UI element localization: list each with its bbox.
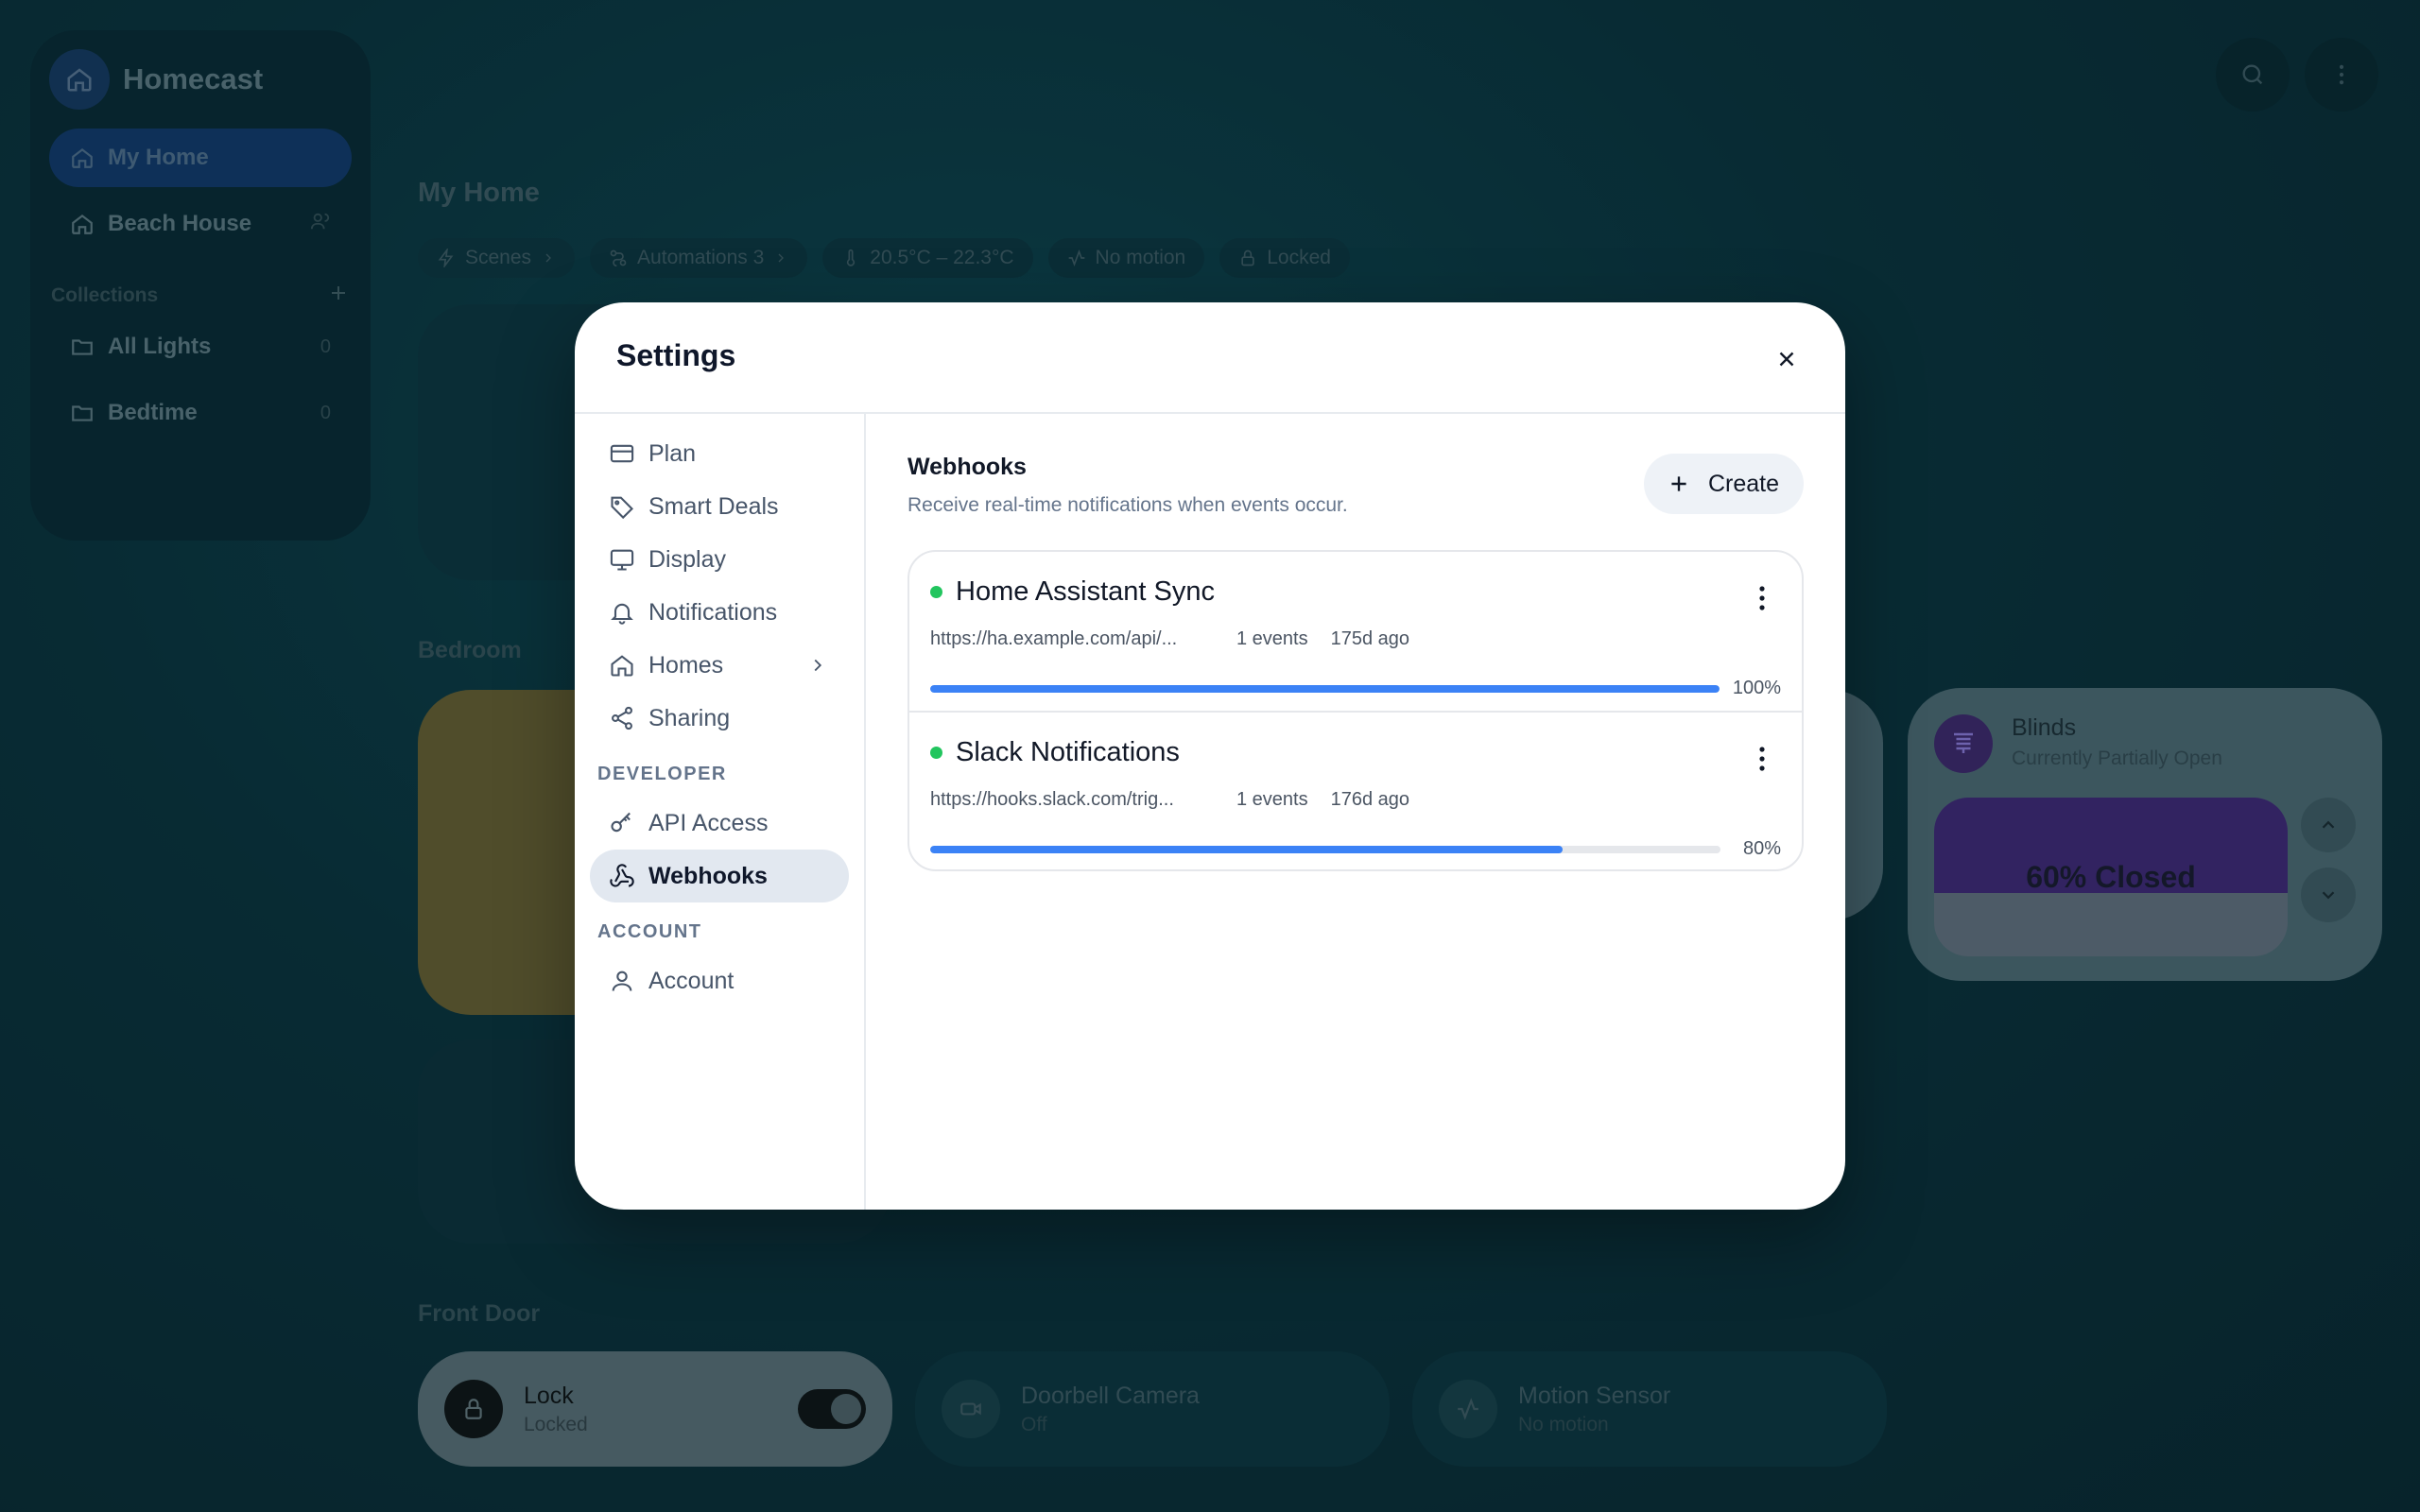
settings-nav-label: Webhooks: [648, 862, 768, 889]
progress-track: [930, 684, 1720, 693]
webhook-url: https://hooks.slack.com/trig...: [930, 789, 1174, 810]
tag-icon: [611, 496, 633, 520]
chevron-right-icon: [814, 659, 822, 672]
home-icon: [611, 655, 633, 677]
status-dot: [930, 747, 942, 759]
settings-nav-account[interactable]: Account: [590, 954, 849, 1007]
webhook-meta: https://ha.example.com/api/... 1 events …: [930, 628, 1781, 650]
settings-nav-label: Display: [648, 545, 726, 573]
webhook-menu-button[interactable]: [1756, 584, 1768, 612]
webhook-icon: [610, 864, 634, 887]
user-icon: [612, 971, 632, 991]
settings-modal: Settings Plan Smart Deals Display Notifi…: [575, 302, 1845, 1210]
settings-nav-display[interactable]: Display: [590, 533, 849, 586]
webhook-item[interactable]: Home Assistant Sync https://ha.example.c…: [909, 552, 1802, 711]
progress-track: [930, 845, 1720, 853]
settings-nav-label: Homes: [648, 651, 724, 679]
settings-nav-plan[interactable]: Plan: [590, 427, 849, 480]
settings-nav-label: Smart Deals: [648, 492, 779, 520]
status-dot: [930, 586, 942, 598]
modal-header: Settings: [575, 302, 1845, 414]
webhook-events: 1 events: [1236, 789, 1308, 810]
create-webhook-button[interactable]: Create: [1643, 454, 1804, 514]
close-button[interactable]: [1770, 342, 1804, 376]
close-icon: [1779, 352, 1794, 367]
webhooks-panel: Webhooks Receive real-time notifications…: [866, 414, 1845, 1210]
key-icon: [611, 812, 631, 833]
webhook-meta: https://hooks.slack.com/trig... 1 events…: [930, 789, 1781, 811]
monitor-icon: [610, 549, 634, 571]
account-group-label: ACCOUNT: [597, 921, 702, 942]
progress-fill: [930, 845, 1563, 853]
webhook-list: Home Assistant Sync https://ha.example.c…: [908, 550, 1804, 871]
webhook-url: https://ha.example.com/api/...: [930, 628, 1178, 649]
settings-nav-label: Account: [648, 967, 735, 994]
settings-nav-label: Notifications: [648, 598, 778, 626]
webhook-age: 175d ago: [1330, 628, 1410, 649]
share-icon: [612, 706, 632, 730]
webhook-success-rate: 80%: [930, 838, 1781, 860]
create-label: Create: [1707, 470, 1779, 497]
webhook-age: 176d ago: [1330, 789, 1410, 810]
webhook-name: Slack Notifications: [956, 737, 1180, 767]
success-percent: 100%: [1732, 678, 1781, 698]
settings-nav-webhooks[interactable]: Webhooks: [590, 850, 849, 902]
settings-nav-label: API Access: [648, 809, 769, 836]
card-icon: [610, 444, 634, 463]
settings-nav: Plan Smart Deals Display Notifications H…: [575, 414, 866, 1210]
progress-fill: [930, 684, 1720, 693]
plus-icon: [1671, 476, 1686, 491]
developer-group-label: DEVELOPER: [597, 764, 727, 784]
webhook-success-rate: 100%: [930, 678, 1781, 699]
settings-nav-notifications[interactable]: Notifications: [590, 586, 849, 639]
webhook-events: 1 events: [1236, 628, 1308, 649]
settings-nav-label: Sharing: [648, 704, 731, 731]
webhook-name: Home Assistant Sync: [956, 576, 1215, 607]
webhooks-header: Webhooks Receive real-time notifications…: [908, 454, 1804, 539]
webhook-item[interactable]: Slack Notifications https://hooks.slack.…: [909, 711, 1802, 869]
settings-nav-sharing[interactable]: Sharing: [590, 692, 849, 745]
settings-nav-smart-deals[interactable]: Smart Deals: [590, 480, 849, 533]
settings-nav-api-access[interactable]: API Access: [590, 797, 849, 850]
success-percent: 80%: [1742, 838, 1781, 859]
settings-nav-homes[interactable]: Homes: [590, 639, 849, 692]
settings-nav-label: Plan: [648, 439, 697, 467]
webhook-menu-button[interactable]: [1756, 745, 1768, 773]
bell-icon: [611, 603, 633, 625]
modal-title: Settings: [616, 338, 736, 372]
